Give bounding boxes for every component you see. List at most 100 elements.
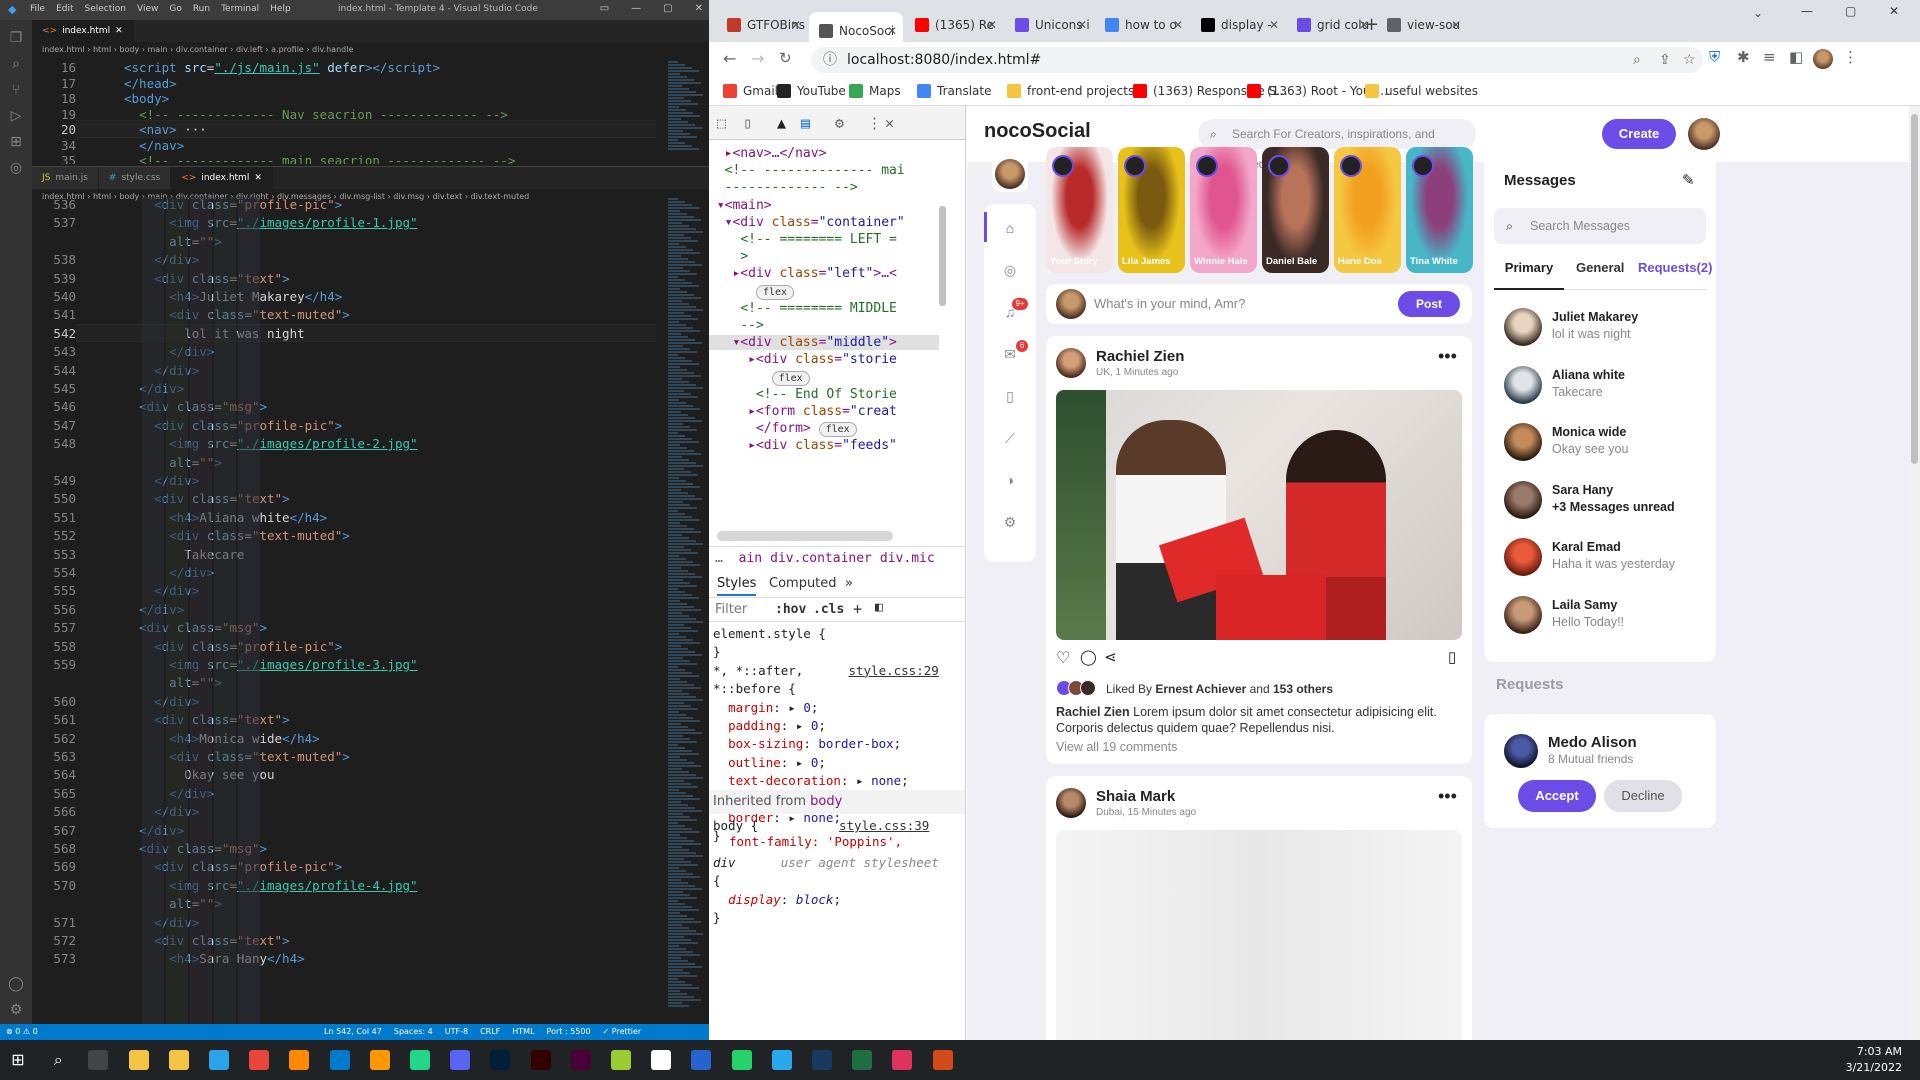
notion-icon[interactable]: [651, 1050, 672, 1070]
dom-node-line[interactable]: ▾<main>: [709, 198, 772, 213]
dom-node-line[interactable]: ▾<div class="container": [709, 215, 905, 230]
css-line[interactable]: *, *::after, style.css:29: [713, 663, 939, 678]
cls-toggle[interactable]: .cls: [813, 602, 844, 617]
illustrator-icon[interactable]: [530, 1050, 551, 1070]
dom-crumb[interactable]: div.mic: [880, 551, 935, 566]
bookmark-icon[interactable]: ▯: [1448, 648, 1456, 666]
dom-node-line[interactable]: ▸<div class="left">…<: [709, 266, 896, 281]
hov-toggle[interactable]: :hov: [775, 602, 806, 617]
body-rule-source[interactable]: style.css:39: [839, 818, 929, 833]
browser-tab[interactable]: how to o ✕: [1095, 12, 1189, 38]
horizontal-scrollbar[interactable]: [717, 531, 893, 541]
extensions-icon[interactable]: ⊞: [8, 134, 24, 150]
firefox-icon[interactable]: [289, 1050, 310, 1070]
vbox-icon[interactable]: [812, 1050, 832, 1070]
browser-tab[interactable]: grid colu ✕: [1287, 12, 1375, 38]
telegram-icon[interactable]: [771, 1050, 792, 1070]
bookmark-star-icon[interactable]: ☆: [1683, 47, 1696, 73]
browser-tab[interactable]: (1365) Re ✕: [905, 12, 1003, 38]
close-icon[interactable]: ✕: [1269, 18, 1279, 32]
explore-icon[interactable]: ◎: [984, 250, 1036, 290]
feed-author[interactable]: Rachiel Zien: [1096, 348, 1184, 365]
avatar[interactable]: [1056, 788, 1086, 818]
browser-tab[interactable]: display - ✕: [1191, 12, 1285, 38]
issues-icon[interactable]: ▤: [801, 114, 810, 132]
windows-start-icon[interactable]: ⊞: [8, 1050, 28, 1070]
sublime-icon[interactable]: [369, 1050, 390, 1070]
status-item[interactable]: Spaces: 4: [394, 1024, 433, 1040]
browser-tab[interactable]: Unicons i ✕: [1005, 12, 1093, 38]
creator-search-input[interactable]: ⌕ Search For Creators, inspirations, and…: [1198, 119, 1476, 171]
search-icon[interactable]: ⌕: [8, 56, 24, 72]
close-icon[interactable]: ✕: [1173, 18, 1183, 32]
code-editor-bottom[interactable]: 536 <div class="profile-pic">537 <img sr…: [32, 197, 672, 1024]
story-card[interactable]: Daniel Bale: [1262, 147, 1329, 273]
avatar[interactable]: [1504, 734, 1538, 768]
code-line[interactable]: <!-- ------------- main seacrion -------…: [124, 153, 515, 164]
code-line[interactable]: <body>: [124, 91, 169, 106]
message-item[interactable]: Sara Hany +3 Messages unread: [1504, 480, 1704, 521]
vertical-scrollbar[interactable]: [939, 206, 946, 306]
css-line[interactable]: }: [713, 910, 721, 925]
user-avatar[interactable]: [1688, 118, 1720, 150]
xd-icon[interactable]: [570, 1050, 591, 1070]
settings-gear-icon[interactable]: ⚙: [8, 1002, 24, 1018]
feed-photo[interactable]: [1056, 830, 1462, 1040]
liked-count[interactable]: 153 others: [1273, 682, 1333, 696]
forward-icon[interactable]: →: [751, 49, 764, 68]
close-icon[interactable]: ✕: [887, 24, 897, 38]
dom-node-line[interactable]: ▸<div class="feeds": [709, 438, 897, 453]
vscode-icon[interactable]: [329, 1050, 350, 1070]
problems-indicator[interactable]: ⊗ 0 ⚠ 0: [6, 1024, 38, 1040]
chevron-down-icon[interactable]: ⌄: [1753, 6, 1763, 20]
menu-item-view[interactable]: View: [137, 4, 158, 14]
tab-index-html[interactable]: <> index.html ✕: [171, 167, 273, 189]
bookmark-item[interactable]: YouTube: [777, 84, 846, 98]
dom-node-line[interactable]: <!-- End Of Storie: [709, 387, 897, 402]
scroll-thumb[interactable]: [1911, 114, 1918, 464]
settings-icon[interactable]: ⚙: [984, 502, 1036, 542]
menu-item-selection[interactable]: Selection: [85, 4, 126, 14]
css-line[interactable]: padding: ▸ 0;: [713, 718, 826, 733]
source-link[interactable]: style.css:39: [839, 818, 929, 833]
app-icon[interactable]: [611, 1050, 631, 1070]
css-line[interactable]: margin: ▸ 0;: [713, 700, 818, 715]
profile-avatar[interactable]: [1813, 49, 1833, 69]
bookmark-item[interactable]: Maps: [849, 84, 901, 98]
excel-icon[interactable]: [852, 1050, 873, 1070]
share-icon[interactable]: ⋖: [1104, 648, 1117, 666]
story-card[interactable]: Hane Doe: [1334, 147, 1401, 273]
minimize-icon[interactable]: —: [1801, 4, 1813, 18]
dom-node-line[interactable]: flex: [709, 284, 795, 300]
css-line[interactable]: }: [713, 644, 721, 659]
code-line[interactable]: </head>: [124, 76, 177, 91]
caption-author[interactable]: Rachiel Zien: [1056, 705, 1130, 719]
close-icon[interactable]: ✕: [1451, 18, 1461, 32]
address-bar[interactable]: ⓘ localhost:8080/index.html# ⌕ ⇪ ☆: [811, 47, 1703, 73]
status-item[interactable]: UTF-8: [445, 1024, 468, 1040]
tab-main-js[interactable]: JS main.js: [32, 167, 99, 189]
status-item[interactable]: Port : 5500: [547, 1024, 591, 1040]
code-editor-top[interactable]: 16 <script src="./js/main.js" defer></scr…: [32, 60, 672, 164]
css-line[interactable]: outline: ▸ 0;: [713, 755, 826, 770]
discord-icon[interactable]: [450, 1050, 471, 1070]
account-icon[interactable]: ◯: [8, 976, 24, 992]
pycharm-icon[interactable]: [410, 1050, 430, 1070]
system-clock[interactable]: 7:03 AM 3/21/2022: [1846, 1044, 1902, 1076]
tab-primary[interactable]: Primary: [1494, 260, 1564, 290]
more-tabs-icon[interactable]: »: [845, 576, 853, 591]
menu-item-help[interactable]: Help: [270, 4, 291, 14]
site-logo[interactable]: nocoSocial: [984, 120, 1091, 143]
css-line[interactable]: {: [713, 873, 721, 888]
warning-icon[interactable]: ▲: [777, 114, 786, 132]
status-item[interactable]: HTML: [512, 1024, 534, 1040]
run-debug-icon[interactable]: ▷: [8, 108, 24, 124]
status-item[interactable]: CRLF: [480, 1024, 500, 1040]
dom-node-line[interactable]: ▸<div class="storie: [709, 352, 897, 367]
breadcrumb-ellipsis[interactable]: …: [715, 551, 723, 566]
page-scrollbar[interactable]: [1909, 106, 1920, 1040]
css-line[interactable]: box-sizing: border-box;: [713, 736, 901, 751]
view-comments-link[interactable]: View all 19 comments: [1056, 740, 1177, 754]
status-item[interactable]: ✓ Prettier: [603, 1024, 642, 1040]
message-item[interactable]: Karal Emad Haha it was yesterday: [1504, 538, 1704, 578]
